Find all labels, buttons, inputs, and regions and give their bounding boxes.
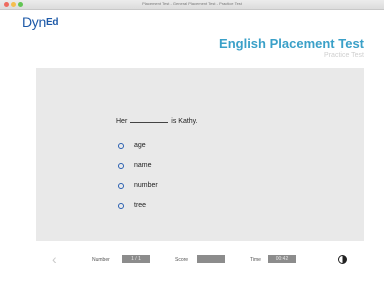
radio-icon[interactable] [118, 203, 124, 209]
question-panel: Her is Kathy. age name number tree [36, 68, 364, 241]
page-title: English Placement Test [219, 36, 364, 51]
number-label: Number [92, 257, 110, 263]
number-value: 1 / 1 [122, 255, 150, 263]
question-after: is Kathy. [171, 118, 198, 125]
score-value [197, 255, 225, 263]
radio-icon[interactable] [118, 183, 124, 189]
option-label: tree [134, 202, 147, 209]
footer-bar: ‹ Number 1 / 1 Score Time 00:42 [0, 250, 384, 270]
window-title: Placement Test - General Placement Test … [142, 1, 242, 6]
option-label: age [134, 142, 146, 149]
option-label: number [134, 182, 158, 189]
time-label: Time [250, 257, 261, 263]
previous-arrow-icon[interactable]: ‹ [52, 252, 57, 266]
logo-accent-text: Ed [46, 17, 59, 28]
answer-option-tree[interactable]: tree [118, 201, 147, 211]
answer-option-number[interactable]: number [118, 181, 158, 191]
question-text: Her is Kathy. [116, 118, 198, 125]
radio-icon[interactable] [118, 163, 124, 169]
question-blank [130, 122, 169, 123]
radio-icon[interactable] [118, 143, 124, 149]
score-label: Score [175, 257, 189, 263]
option-label: name [134, 162, 152, 169]
time-value: 00:42 [268, 255, 296, 263]
contrast-icon[interactable] [338, 255, 347, 264]
question-before: Her [116, 118, 128, 125]
answer-option-name[interactable]: name [118, 161, 152, 171]
page-subtitle: Practice Test [324, 52, 364, 59]
dyned-logo: DynEd [22, 14, 58, 30]
window-titlebar: Placement Test - General Placement Test … [0, 0, 384, 10]
answer-option-age[interactable]: age [118, 141, 146, 151]
logo-text: Dyn [22, 14, 46, 30]
